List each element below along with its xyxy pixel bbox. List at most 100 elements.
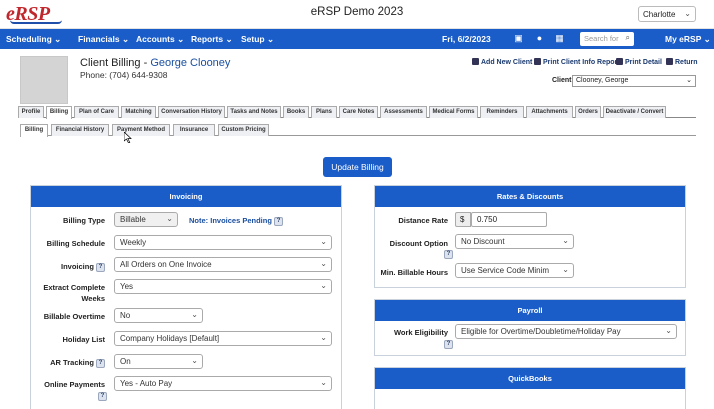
work-eligibility-value: Eligible for Overtime/Doubletime/Holiday…: [461, 327, 621, 336]
tab-plan-of-care[interactable]: Plan of Care: [74, 106, 119, 118]
print-detail-link[interactable]: Print Detail: [616, 58, 662, 66]
holiday-list-label: Holiday List: [62, 335, 105, 344]
invoicing-value: All Orders on One Invoice: [120, 260, 212, 269]
billable-overtime-select[interactable]: No ⌄: [114, 308, 203, 323]
tab-reminders[interactable]: Reminders: [480, 106, 524, 118]
tab-assessments[interactable]: Assessments: [380, 106, 427, 118]
location-select[interactable]: Charlotte ⌄: [638, 6, 696, 22]
distance-rate-label: Distance Rate: [398, 216, 448, 225]
tab-orders[interactable]: Orders: [575, 106, 601, 118]
discount-option-select[interactable]: No Discount ⌄: [455, 234, 574, 249]
invoicing-select[interactable]: All Orders on One Invoice ⌄: [114, 257, 332, 272]
billable-overtime-label: Billable Overtime: [43, 312, 105, 321]
nav-label: Scheduling: [6, 34, 52, 44]
app-window: eRSP eRSP Demo 2023 Charlotte ⌄ Scheduli…: [0, 0, 714, 409]
nav-accounts[interactable]: Accounts ⌄: [136, 34, 184, 45]
currency-prefix: $: [455, 212, 471, 227]
client-avatar: [20, 56, 68, 104]
print-client-info-link[interactable]: Print Client Info Report: [534, 58, 620, 66]
note-text: Note: Invoices Pending: [189, 216, 272, 225]
subtab-billing[interactable]: Billing: [20, 124, 48, 137]
label-text: AR Tracking: [50, 358, 94, 367]
payroll-panel-title: Payroll: [375, 300, 685, 321]
distance-rate-input[interactable]: 0.750: [471, 212, 547, 227]
tab-profile[interactable]: Profile: [18, 106, 44, 118]
ar-tracking-select[interactable]: On ⌄: [114, 354, 203, 369]
tab-matching[interactable]: Matching: [121, 106, 156, 118]
work-eligibility-select[interactable]: Eligible for Overtime/Doubletime/Holiday…: [455, 324, 677, 339]
grid-apps-icon[interactable]: ▦: [554, 33, 565, 44]
min-billable-hours-label: Min. Billable Hours: [380, 268, 448, 277]
chevron-down-icon: ⌄: [320, 281, 327, 290]
invoicing-label: Invoicing ?: [61, 262, 105, 272]
chevron-down-icon: ⌄: [684, 9, 691, 18]
chevron-down-icon: ⌄: [665, 326, 672, 335]
tab-medical-forms[interactable]: Medical Forms: [429, 106, 478, 118]
invoicing-panel-title: Invoicing: [31, 186, 341, 207]
label-text: Invoicing: [60, 262, 94, 271]
tab-deactivate-convert[interactable]: Deactivate / Convert: [603, 106, 666, 118]
tab-tasks-and-notes[interactable]: Tasks and Notes: [227, 106, 281, 118]
tab-plans[interactable]: Plans: [311, 106, 337, 118]
nav-my-account[interactable]: My eRSP ⌄: [665, 34, 711, 45]
subtab-financial-history[interactable]: Financial History: [51, 124, 109, 136]
nav-label: My eRSP: [665, 34, 702, 44]
extract-weeks-label: Extract Complete Weeks: [43, 282, 105, 304]
tab-attachments[interactable]: Attachments: [526, 106, 573, 118]
client-select-value: Clooney, George: [576, 77, 629, 84]
billing-type-select[interactable]: Billable ⌄: [114, 212, 178, 227]
update-billing-button[interactable]: Update Billing: [323, 157, 392, 177]
printer-icon: [616, 58, 623, 65]
top-header: eRSP eRSP Demo 2023 Charlotte ⌄: [0, 0, 714, 29]
link-label: Print Client Info Report: [543, 59, 620, 66]
ersp-logo[interactable]: eRSP: [6, 3, 68, 25]
nav-date[interactable]: Fri, 6/2/2023: [442, 34, 491, 44]
add-new-client-link[interactable]: Add New Client: [472, 58, 532, 66]
nav-financials[interactable]: Financials ⌄: [78, 34, 129, 45]
nav-setup[interactable]: Setup ⌄: [241, 34, 274, 45]
extract-weeks-select[interactable]: Yes ⌄: [114, 279, 332, 294]
help-circle-icon[interactable]: ●: [534, 33, 545, 44]
chevron-down-icon: ⌄: [320, 259, 327, 268]
billable-overtime-value: No: [120, 311, 131, 320]
work-eligibility-label: Work Eligibility: [393, 328, 448, 337]
tab-books[interactable]: Books: [283, 106, 309, 118]
client-select[interactable]: Clooney, George ⌄: [572, 75, 696, 87]
subtab-insurance[interactable]: Insurance: [173, 124, 215, 136]
help-icon[interactable]: ?: [444, 340, 453, 349]
help-icon[interactable]: ?: [98, 392, 107, 401]
search-input[interactable]: Search for ⌕: [580, 32, 634, 46]
help-icon[interactable]: ?: [96, 359, 105, 368]
holiday-list-select[interactable]: Company Holidays [Default] ⌄: [114, 331, 332, 346]
min-billable-hours-select[interactable]: Use Service Code Minim ⌄: [455, 263, 574, 278]
billing-schedule-label: Billing Schedule: [46, 239, 105, 248]
invoicing-panel: Invoicing Billing Type Billable ⌄ Note: …: [30, 185, 342, 409]
ar-tracking-value: On: [120, 357, 131, 366]
help-icon[interactable]: ?: [444, 250, 453, 259]
link-label: Print Detail: [625, 59, 662, 66]
nav-label: Setup: [241, 34, 265, 44]
tab-billing[interactable]: Billing: [46, 106, 72, 119]
online-payments-value: Yes - Auto Pay: [120, 379, 173, 388]
online-payments-label: Online Payments: [44, 380, 105, 389]
add-user-icon: [472, 58, 479, 65]
location-value: Charlotte: [643, 10, 676, 19]
billing-schedule-value: Weekly: [120, 238, 147, 247]
nav-reports[interactable]: Reports ⌄: [191, 34, 233, 45]
online-payments-select[interactable]: Yes - Auto Pay ⌄: [114, 376, 332, 391]
nav-scheduling[interactable]: Scheduling ⌄: [6, 34, 61, 45]
subtab-custom-pricing[interactable]: Custom Pricing: [218, 124, 269, 136]
help-icon[interactable]: ?: [274, 217, 284, 226]
chevron-down-icon: ⌄: [562, 236, 569, 245]
calendar-icon[interactable]: ▣: [513, 33, 524, 44]
billing-schedule-select[interactable]: Weekly ⌄: [114, 235, 332, 250]
help-icon[interactable]: ?: [96, 263, 105, 272]
tab-care-notes[interactable]: Care Notes: [339, 106, 378, 118]
subtab-payment-method[interactable]: Payment Method: [112, 124, 170, 136]
tab-conversation-history[interactable]: Conversation History: [158, 106, 225, 118]
page-title-prefix: Client Billing -: [80, 57, 151, 69]
return-link[interactable]: Return: [666, 58, 698, 66]
nav-label: Reports: [191, 34, 224, 44]
billing-type-label: Billing Type: [63, 216, 105, 225]
nav-label: Financials: [78, 34, 120, 44]
